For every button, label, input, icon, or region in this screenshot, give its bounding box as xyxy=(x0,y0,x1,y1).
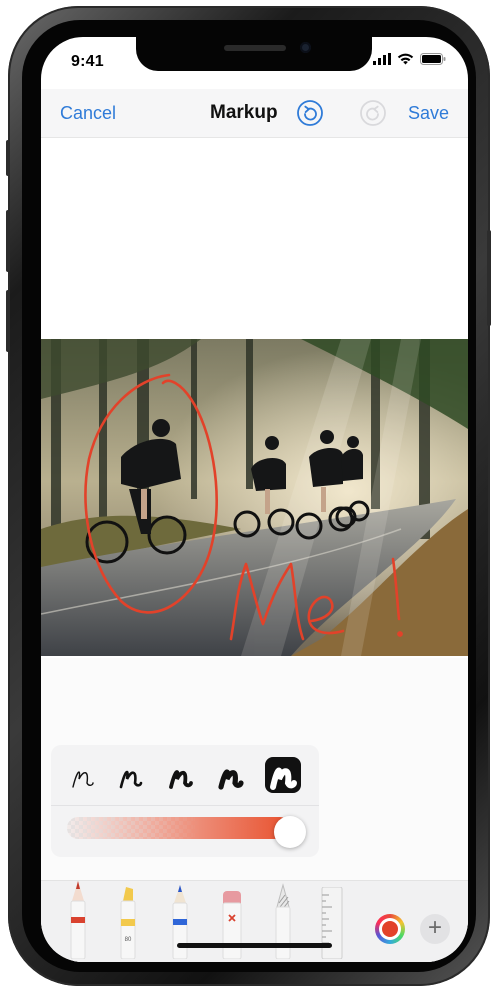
stroke-width-2-icon[interactable] xyxy=(117,761,145,791)
marker-size-label: 80 xyxy=(125,937,132,943)
nav-bar: Cancel Markup Save xyxy=(41,89,468,138)
battery-icon xyxy=(420,53,446,65)
undo-icon[interactable] xyxy=(296,99,324,127)
opacity-slider[interactable] xyxy=(67,817,291,839)
stroke-width-1-icon[interactable] xyxy=(69,761,97,791)
color-picker-button[interactable] xyxy=(375,914,405,944)
stroke-width-row xyxy=(51,745,319,806)
stroke-width-3-icon[interactable] xyxy=(167,761,195,791)
add-button[interactable]: + xyxy=(420,914,450,944)
wifi-icon xyxy=(397,53,414,65)
stroke-width-5-icon[interactable] xyxy=(265,757,301,793)
tool-picker xyxy=(41,880,468,962)
screen: 9:41 Cancel Markup Save 80 + xyxy=(41,37,468,962)
markup-canvas[interactable] xyxy=(41,138,468,658)
marker-tool-icon[interactable]: 80 xyxy=(114,885,142,959)
side-button-mute xyxy=(6,140,10,176)
color-picker-ring xyxy=(379,918,401,940)
ruler-tool-icon[interactable] xyxy=(320,887,344,959)
speaker xyxy=(224,45,286,51)
front-camera xyxy=(300,42,311,53)
side-button-volume-down xyxy=(6,290,10,352)
opacity-slider-thumb[interactable] xyxy=(274,816,306,848)
pen-tool-icon[interactable] xyxy=(64,879,92,959)
save-button[interactable]: Save xyxy=(408,103,449,124)
photo-cyclists xyxy=(41,339,468,656)
opacity-checker xyxy=(67,817,291,839)
selected-color-swatch xyxy=(382,921,398,937)
home-indicator[interactable] xyxy=(177,943,332,948)
redo-icon[interactable] xyxy=(359,99,387,127)
side-button-volume-up xyxy=(6,210,10,272)
status-time: 9:41 xyxy=(71,53,104,70)
side-button-power xyxy=(487,230,491,326)
cellular-signal-icon xyxy=(373,53,391,65)
status-icons xyxy=(373,53,446,65)
notch xyxy=(136,37,372,71)
eraser-tool-icon[interactable] xyxy=(217,889,247,959)
cancel-button[interactable]: Cancel xyxy=(60,103,116,124)
stroke-width-4-icon[interactable] xyxy=(217,761,245,791)
page-title: Markup xyxy=(210,102,278,123)
